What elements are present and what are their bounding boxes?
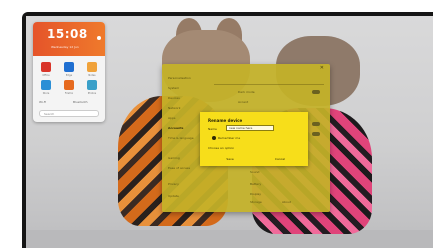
clock-date: Wednesday 12 Jun <box>51 45 79 49</box>
bluetooth-toggle[interactable]: Bluetooth <box>73 100 88 106</box>
app-icon-office[interactable] <box>41 62 51 72</box>
dark-mode-toggle[interactable] <box>312 90 320 94</box>
app-label: Notes <box>88 74 96 77</box>
sidebar-item[interactable]: Ease of access <box>168 166 190 171</box>
save-button[interactable]: Save <box>218 156 242 162</box>
widget-search-input[interactable]: Search <box>39 110 99 117</box>
notification-dot <box>97 36 101 40</box>
sidebar-item[interactable]: Apps <box>168 116 175 121</box>
app-icon-firefox[interactable] <box>64 80 74 90</box>
sidebar-item[interactable]: Network <box>168 106 181 111</box>
name-label: Name <box>208 127 217 131</box>
floor <box>26 230 433 248</box>
clock-time: 15:08 <box>47 27 88 41</box>
setting-toggle[interactable] <box>312 132 320 136</box>
rename-dialog: Rename device Name new name here Remembe… <box>200 112 308 166</box>
clock-widget[interactable]: 15:08 Wednesday 12 Jun <box>33 22 105 56</box>
sidebar-item[interactable]: Gaming <box>168 156 180 161</box>
setting-label: Sound <box>250 170 260 174</box>
app-icon-photos[interactable] <box>87 80 97 90</box>
title-bar[interactable] <box>162 64 330 72</box>
app-label: Photos <box>87 92 97 95</box>
wallpaper: 15:08 Wednesday 12 Jun Office Edge Notes… <box>26 16 433 248</box>
remember-label: Remember me <box>218 136 241 140</box>
app-icon-notes[interactable] <box>87 62 97 72</box>
sidebar-item[interactable]: Personalisation <box>168 76 191 81</box>
name-input[interactable]: new name here <box>226 125 274 131</box>
section-text: Choose an option <box>208 146 235 150</box>
app-label: Office <box>42 74 50 77</box>
app-label: Edge <box>65 74 73 77</box>
setting-label: Battery <box>250 182 262 186</box>
setting-label: About <box>282 200 291 204</box>
sidebar-item[interactable]: System <box>168 86 179 91</box>
widget-panel: 15:08 Wednesday 12 Jun Office Edge Notes… <box>33 22 105 122</box>
setting-label: Dark mode <box>238 90 255 94</box>
app-icon-store[interactable] <box>41 80 51 90</box>
dialog-title: Rename device <box>208 118 243 123</box>
wifi-toggle[interactable]: Wi-Fi <box>39 100 46 106</box>
remember-radio[interactable] <box>212 136 216 140</box>
app-icon-edge[interactable] <box>64 62 74 72</box>
setting-label: Accent <box>238 100 249 104</box>
device-screen: 15:08 Wednesday 12 Jun Office Edge Notes… <box>22 12 433 248</box>
sidebar-item[interactable]: Devices <box>168 96 180 101</box>
divider <box>214 84 324 85</box>
cancel-button[interactable]: Cancel <box>266 156 294 162</box>
app-label: Store <box>42 92 50 95</box>
sidebar-item-selected[interactable]: Accounts <box>168 126 183 131</box>
sidebar-item[interactable]: Privacy <box>168 182 179 187</box>
close-icon[interactable]: ✕ <box>320 65 324 71</box>
setting-label: Display <box>250 192 262 196</box>
setting-label: Storage <box>250 200 262 204</box>
sidebar-item[interactable]: Update <box>168 194 179 199</box>
sidebar-item[interactable]: Time & language <box>168 136 194 141</box>
setting-toggle[interactable] <box>312 122 320 126</box>
app-label: Firefox <box>64 92 74 95</box>
